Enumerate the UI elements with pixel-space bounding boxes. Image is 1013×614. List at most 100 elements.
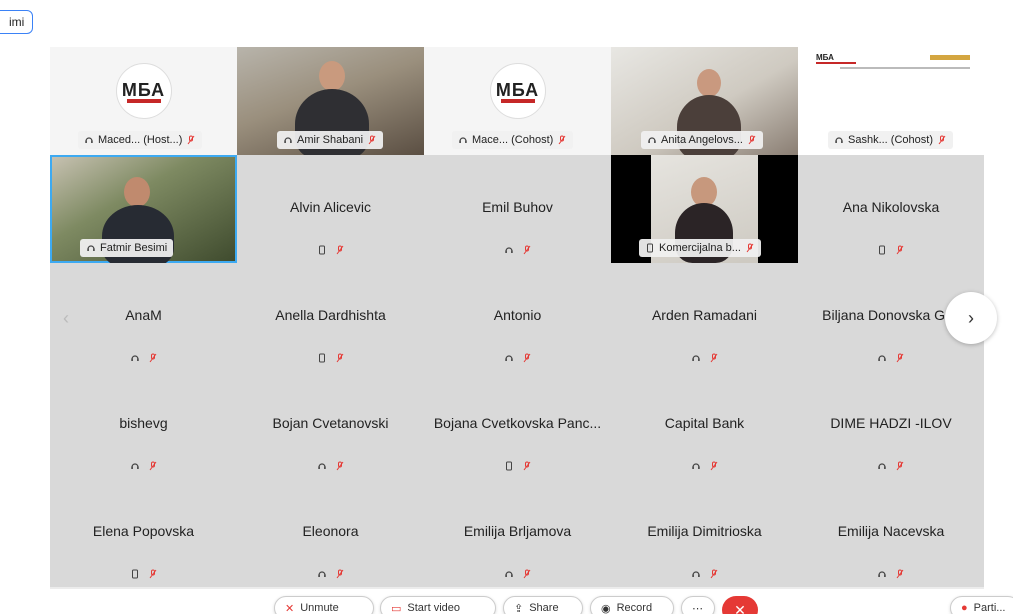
participant-tile[interactable]: bishevg <box>50 371 237 479</box>
headset-icon <box>87 245 95 251</box>
more-icon: ⋯ <box>692 602 703 614</box>
headset-icon <box>878 355 886 361</box>
mic-muted-icon <box>746 243 754 253</box>
participants-button[interactable]: ● Parti... <box>950 596 1013 614</box>
headset-icon <box>691 355 700 361</box>
start-video-label: Start video <box>407 602 460 614</box>
participant-tile[interactable]: Anella Dardhishta <box>237 263 424 371</box>
participant-status <box>50 569 237 579</box>
mic-muted-icon <box>523 569 530 579</box>
mic-muted-icon <box>149 569 156 579</box>
participant-tile-sashk[interactable]: МБА Sashk... (Cohost) <box>798 47 984 155</box>
phone-icon <box>505 461 512 471</box>
mic-muted-icon <box>896 569 904 579</box>
participant-name: Capital Bank <box>664 415 745 431</box>
participant-name: Emilija Nacevska <box>837 523 945 539</box>
participant-tile[interactable]: Emilija Nacevska <box>798 479 984 587</box>
participants-label: Parti... <box>973 602 1006 614</box>
mic-muted-icon <box>336 461 343 471</box>
share-icon: ⇪ <box>514 602 524 614</box>
participant-status <box>424 569 611 579</box>
participant-name: DIME HADZI -ILOV <box>830 415 952 431</box>
participant-name: Emilija Dimitrioska <box>647 523 762 539</box>
participant-name: Emilija Brljamova <box>463 523 572 539</box>
meeting-window: imi МБА Maced... (Host...) Amir Shabani <box>0 0 1013 614</box>
participant-label: Fatmir Besimi <box>80 239 174 257</box>
participant-tile[interactable]: Emilija Brljamova <box>424 479 611 587</box>
headset-icon <box>504 571 513 577</box>
participant-status <box>611 569 798 579</box>
mic-muted-icon: ✕ <box>285 602 295 614</box>
participant-tile[interactable]: Emilija Dimitrioska <box>611 479 798 587</box>
participant-label: Sashk... (Cohost) <box>828 131 953 149</box>
unmute-button[interactable]: ✕ Unmute <box>274 596 374 614</box>
participant-name: Maced... (Host...) <box>98 134 183 146</box>
participant-tile[interactable]: DIME HADZI -ILOV <box>798 371 984 479</box>
previous-page-button[interactable]: ‹ <box>56 306 76 330</box>
participant-label: Maced... (Host...) <box>78 131 203 149</box>
participant-tile[interactable]: Bojan Cvetanovski <box>237 371 424 479</box>
participant-name: Bojan Cvetanovski <box>272 415 389 431</box>
mic-muted-icon <box>336 353 343 363</box>
share-button[interactable]: ⇪ Share <box>503 596 583 614</box>
mic-muted-icon <box>710 353 717 363</box>
phone-icon <box>318 353 325 363</box>
next-page-button[interactable]: › <box>945 292 997 344</box>
record-label: Record <box>616 602 653 614</box>
mic-muted-icon <box>523 353 530 363</box>
headset-icon <box>284 137 292 143</box>
participant-tile[interactable]: Ana Nikolovska <box>798 155 984 263</box>
participant-tile[interactable]: Elena Popovska <box>50 479 237 587</box>
headset-icon <box>691 463 700 469</box>
phone-icon <box>131 569 138 579</box>
participant-tile-anita[interactable]: Anita Angelovs... <box>611 47 798 155</box>
participant-status <box>424 461 611 471</box>
mic-muted-icon <box>896 245 904 255</box>
record-button[interactable]: ◉ Record <box>590 596 674 614</box>
logo-bar <box>500 98 535 103</box>
mic-muted-icon <box>149 461 156 471</box>
participant-tile-fatmir[interactable]: Fatmir Besimi <box>50 155 237 263</box>
participant-status <box>237 353 424 363</box>
participant-name: Fatmir Besimi <box>100 242 168 254</box>
headset-icon <box>504 247 513 253</box>
participant-name: Emil Buhov <box>482 199 553 215</box>
participant-tile-amir[interactable]: Amir Shabani <box>237 47 424 155</box>
participant-label: Anita Angelovs... <box>641 131 763 149</box>
end-meeting-button[interactable]: ✕ <box>722 596 758 614</box>
participant-name: Alvin Alicevic <box>290 199 371 215</box>
record-icon: ◉ <box>601 602 611 614</box>
document-tag <box>930 55 970 60</box>
participant-tile-cohost[interactable]: МБА Mace... (Cohost) <box>424 47 611 155</box>
participant-name: Bojana Cvetkovska Panc... <box>433 415 602 431</box>
participant-tile[interactable]: Arden Ramadani <box>611 263 798 371</box>
headset-icon <box>317 463 326 469</box>
participant-tile[interactable]: Eleonora <box>237 479 424 587</box>
video-off-icon: ▭ <box>391 602 402 614</box>
mic-muted-icon <box>938 135 946 145</box>
mic-muted-icon <box>896 461 904 471</box>
participant-tile[interactable]: Bojana Cvetkovska Panc... <box>424 371 611 479</box>
person-head <box>319 61 345 91</box>
participant-tile[interactable]: Antonio <box>424 263 611 371</box>
headset-icon <box>648 137 656 143</box>
participant-label: Amir Shabani <box>277 131 384 149</box>
participant-status <box>798 245 984 255</box>
participant-name: bishevg <box>119 415 168 431</box>
participant-label: Komercijalna b... <box>639 239 761 257</box>
participant-status <box>237 245 424 255</box>
participant-tile-komercijalna[interactable]: Komercijalna b... <box>611 155 798 263</box>
start-video-button[interactable]: ▭ Start video <box>380 596 496 614</box>
headset-icon <box>459 137 467 143</box>
participant-tile[interactable]: Capital Bank <box>611 371 798 479</box>
participant-name: Eleonora <box>302 523 359 539</box>
participant-tile[interactable]: Emil Buhov <box>424 155 611 263</box>
participant-tile-host[interactable]: МБА Maced... (Host...) <box>50 47 237 155</box>
participant-name: Amir Shabani <box>297 134 364 146</box>
headset-icon <box>317 571 326 577</box>
participant-tile[interactable]: AnaM <box>50 263 237 371</box>
mic-muted-icon <box>336 569 343 579</box>
more-options-button[interactable]: ⋯ <box>681 596 715 614</box>
mic-muted-icon <box>523 245 530 255</box>
participant-tile[interactable]: Alvin Alicevic <box>237 155 424 263</box>
